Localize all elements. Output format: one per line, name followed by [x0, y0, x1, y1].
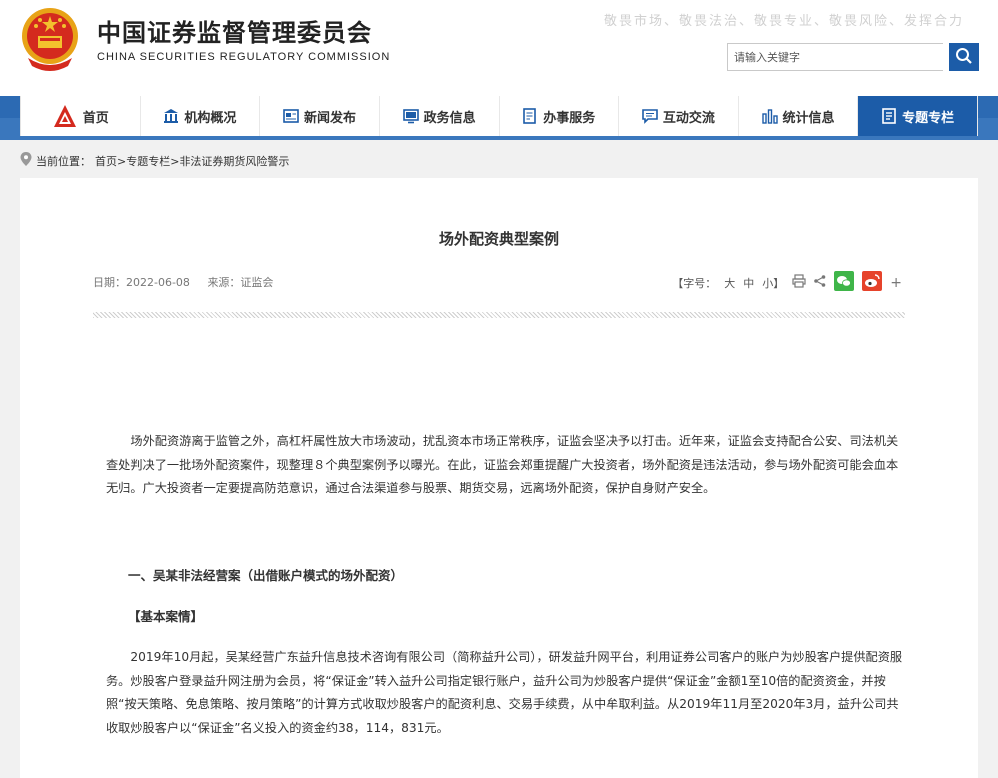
search-box: [727, 43, 979, 71]
article-title: 场外配资典型案例: [438, 230, 559, 248]
more-share-icon[interactable]: +: [890, 275, 902, 291]
title-divider: [93, 312, 905, 318]
case-paragraph: 2019年10月起，吴某经营广东益升信息技术咨询有限公司（简称益升公司），研发益…: [106, 650, 903, 735]
site-title-cn[interactable]: 中国证券监督管理委员会: [97, 13, 372, 48]
nav-item-service[interactable]: 办事服务: [500, 96, 620, 136]
nav-label: 统计信息: [782, 110, 835, 126]
nav-label: 专题专栏: [902, 110, 955, 126]
nav-item-gov-info[interactable]: 政务信息: [380, 96, 500, 136]
nav-item-institution[interactable]: 机构概况: [141, 96, 261, 136]
nav-label: 办事服务: [543, 110, 596, 126]
slogan: 敬畏市场、敬畏法治、敬畏专业、敬畏风险、发挥合力: [603, 13, 964, 28]
article-tools: 【字号： 大 中 小】 +: [672, 271, 902, 294]
news-icon: [283, 108, 299, 124]
emblem-icon: [52, 103, 78, 129]
nav-item-news[interactable]: 新闻发布: [260, 96, 380, 136]
breadcrumb-special-topics[interactable]: 专题专栏: [126, 155, 170, 168]
main-nav: 首页 机构概况 新闻发布 政务信息 办事服务 互动交流 统计信息 专题专栏: [20, 96, 978, 136]
article-meta: 日期：2022-06-08 来源：证监会: [93, 274, 287, 290]
institution-icon: [163, 108, 179, 124]
search-button[interactable]: [949, 43, 979, 71]
breadcrumb-current[interactable]: 非法证券期货风险警示: [179, 155, 289, 168]
article-panel: 场外配资典型案例 日期：2022-06-08 来源：证监会 【字号： 大 中 小…: [20, 178, 978, 778]
weibo-icon[interactable]: [862, 271, 883, 294]
search-icon: [955, 47, 973, 68]
wechat-icon[interactable]: [834, 271, 855, 294]
breadcrumb-separator: >: [117, 154, 127, 168]
nav-item-statistics[interactable]: 统计信息: [739, 96, 859, 136]
font-size-small[interactable]: 小】: [762, 275, 784, 291]
breadcrumb-home[interactable]: 首页: [95, 155, 117, 168]
nav-item-home[interactable]: 首页: [21, 96, 141, 136]
article-date: 日期：2022-06-08: [93, 276, 190, 289]
search-input[interactable]: [727, 43, 943, 71]
article-source: 来源：证监会: [207, 276, 274, 289]
font-size-label: 【字号：: [672, 276, 717, 290]
nav-label: 新闻发布: [304, 110, 357, 126]
doc-icon: [881, 108, 897, 124]
sub-heading: 【基本案情】: [128, 609, 204, 624]
site-title-en: CHINA SECURITIES REGULATORY COMMISSION: [97, 51, 391, 63]
print-icon[interactable]: [792, 274, 806, 291]
national-emblem-icon[interactable]: [18, 6, 82, 74]
chart-icon: [761, 108, 778, 124]
site-header: 中国证券监督管理委员会 CHINA SECURITIES REGULATORY …: [0, 0, 998, 96]
nav-label: 机构概况: [184, 110, 237, 126]
nav-label: 首页: [82, 110, 109, 126]
chat-icon: [642, 108, 658, 124]
breadcrumb-prefix: 当前位置：: [36, 154, 91, 168]
nav-label: 互动交流: [662, 110, 715, 126]
nav-item-interaction[interactable]: 互动交流: [619, 96, 739, 136]
monitor-icon: [402, 108, 419, 124]
intro-paragraph: 场外配资游离于监管之外，高杠杆属性放大市场波动，扰乱资本市场正常秩序，证监会坚决…: [106, 434, 899, 495]
section-heading: 一、吴某非法经营案（出借账户模式的场外配资）: [128, 568, 404, 583]
font-size-large[interactable]: 大: [724, 275, 735, 291]
share-icon[interactable]: [814, 275, 826, 290]
breadcrumb: 当前位置： 首页>专题专栏>非法证券期货风险警示: [20, 152, 289, 169]
service-icon: [522, 108, 538, 124]
nav-label: 政务信息: [423, 110, 476, 126]
nav-item-special-topics[interactable]: 专题专栏: [858, 96, 978, 136]
location-pin-icon: [20, 152, 32, 169]
font-size-medium[interactable]: 中: [743, 275, 754, 291]
